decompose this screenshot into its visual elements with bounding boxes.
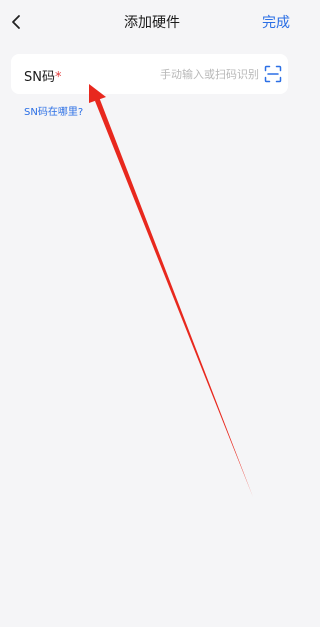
sn-help-link[interactable]: SN码在哪里? [24,103,83,118]
sn-field-label: SN码* [24,66,61,85]
sn-field-card: SN码* [11,54,288,94]
page-title: 添加硬件 [124,15,180,31]
scan-frame-icon [264,65,282,83]
scan-button[interactable] [264,65,282,83]
done-button[interactable]: 完成 [262,12,290,32]
annotation-arrow [89,84,253,497]
sn-label-text: SN码 [24,70,55,85]
sn-input[interactable] [99,63,259,85]
nav-bar: 添加硬件 完成 [0,0,304,44]
required-marker: * [54,70,62,85]
